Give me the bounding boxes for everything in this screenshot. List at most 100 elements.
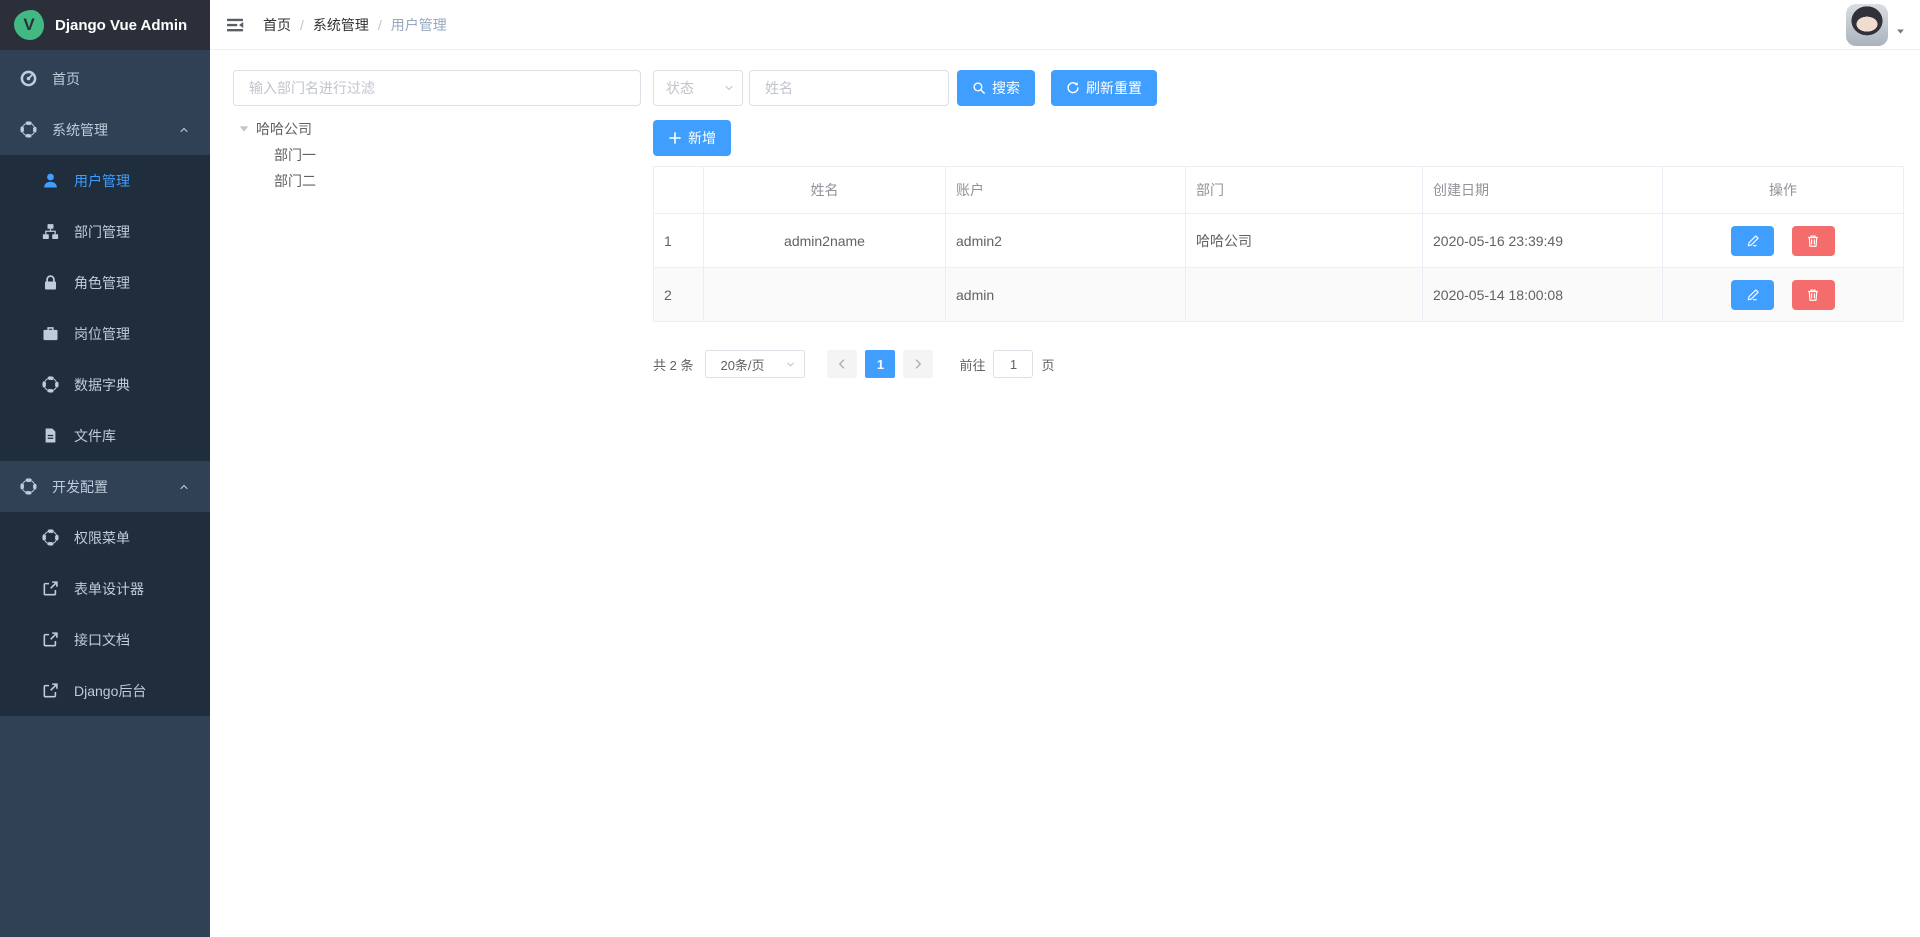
status-select-input[interactable] — [653, 70, 743, 106]
sidebar-group-system-management[interactable]: 系统管理 — [0, 104, 210, 155]
table-header-row: 姓名 账户 部门 创建日期 操作 — [654, 167, 1904, 214]
department-tree: 哈哈公司 部门一 部门二 — [233, 116, 641, 194]
pagination-total: 共 2 条 — [653, 355, 693, 374]
sidebar-item-label: 岗位管理 — [74, 324, 130, 344]
sidebar-item-permission-menu[interactable]: 权限菜单 — [0, 512, 210, 563]
top-header: 首页 / 系统管理 / 用户管理 — [210, 0, 1920, 50]
edit-button[interactable] — [1731, 280, 1774, 310]
component-icon — [42, 376, 59, 393]
sidebar-group-label: 系统管理 — [52, 120, 108, 140]
page-content: 哈哈公司 部门一 部门二 — [210, 50, 1920, 937]
prev-page-button[interactable] — [827, 350, 857, 378]
component-icon — [20, 478, 37, 495]
goto-page-input[interactable] — [993, 350, 1033, 378]
caret-down-icon — [1895, 26, 1906, 37]
status-select[interactable] — [653, 70, 743, 106]
tree-node-child[interactable]: 部门二 — [233, 168, 641, 194]
goto-label: 前往 — [959, 355, 985, 374]
sidebar-item-label: 部门管理 — [74, 222, 130, 242]
cell-department — [1186, 268, 1423, 322]
sidebar-item-file-library[interactable]: 文件库 — [0, 410, 210, 461]
arrow-right-icon — [912, 358, 924, 370]
breadcrumb-home[interactable]: 首页 — [263, 15, 291, 35]
document-icon — [42, 427, 59, 444]
pagination: 共 2 条 20条/页 1 前往 页 — [653, 350, 1904, 378]
cell-name — [704, 268, 946, 322]
component-icon — [42, 529, 59, 546]
add-button[interactable]: 新增 — [653, 120, 731, 156]
sidebar-item-home[interactable]: 首页 — [0, 53, 210, 104]
page-size-select[interactable]: 20条/页 — [705, 350, 805, 378]
filter-row: 搜索 刷新重置 — [653, 70, 1904, 106]
breadcrumb-separator: / — [300, 17, 304, 33]
table-toolbar: 新增 — [653, 120, 1904, 156]
table-row: 2 admin 2020-05-14 18:00:08 — [654, 268, 1904, 322]
sidebar-item-form-designer[interactable]: 表单设计器 — [0, 563, 210, 614]
app-root: V Django Vue Admin 首页 系统管理 用户管理 部门 — [0, 0, 1920, 937]
delete-button[interactable] — [1792, 280, 1835, 310]
sidebar-group-label: 开发配置 — [52, 477, 108, 497]
cell-name: admin2name — [704, 214, 946, 268]
sidebar-item-label: 文件库 — [74, 426, 116, 446]
user-table-panel: 搜索 刷新重置 新增 — [653, 70, 1904, 378]
breadcrumb-system[interactable]: 系统管理 — [313, 15, 369, 35]
col-created: 创建日期 — [1423, 167, 1663, 214]
chevron-down-icon — [785, 359, 796, 370]
sidebar-item-api-docs[interactable]: 接口文档 — [0, 614, 210, 665]
app-logo[interactable]: V Django Vue Admin — [0, 0, 210, 50]
delete-button[interactable] — [1792, 226, 1835, 256]
sidebar-group-dev-config[interactable]: 开发配置 — [0, 461, 210, 512]
search-button[interactable]: 搜索 — [957, 70, 1035, 106]
tree-node-child[interactable]: 部门一 — [233, 142, 641, 168]
app-title: Django Vue Admin — [55, 17, 187, 34]
sidebar-item-label: 用户管理 — [74, 171, 130, 191]
page-number-button[interactable]: 1 — [865, 350, 895, 378]
user-menu[interactable] — [1846, 4, 1906, 46]
dept-filter-input[interactable] — [233, 70, 641, 106]
search-icon — [972, 81, 986, 95]
sidebar-item-dept-management[interactable]: 部门管理 — [0, 206, 210, 257]
next-page-button[interactable] — [903, 350, 933, 378]
sidebar-item-label: 数据字典 — [74, 375, 130, 395]
refresh-reset-button[interactable]: 刷新重置 — [1051, 70, 1157, 106]
cell-account: admin — [946, 268, 1186, 322]
plus-icon — [668, 131, 682, 145]
department-panel: 哈哈公司 部门一 部门二 — [233, 70, 641, 194]
cell-index: 1 — [654, 214, 704, 268]
sidebar-collapse-icon[interactable] — [225, 15, 245, 35]
chevron-up-icon — [178, 481, 190, 493]
sidebar-item-role-management[interactable]: 角色管理 — [0, 257, 210, 308]
user-icon — [42, 172, 59, 189]
external-link-icon — [42, 580, 59, 597]
dashboard-icon — [20, 70, 37, 87]
sidebar-item-label: 角色管理 — [74, 273, 130, 293]
user-table: 姓名 账户 部门 创建日期 操作 1 admin2name admin2 哈哈公 — [653, 166, 1904, 322]
submenu-dev-config: 权限菜单 表单设计器 接口文档 Django后台 — [0, 512, 210, 716]
tree-node-label: 哈哈公司 — [256, 119, 312, 139]
sidebar-item-data-dict[interactable]: 数据字典 — [0, 359, 210, 410]
name-filter-input[interactable] — [749, 70, 949, 106]
caret-down-icon[interactable] — [237, 122, 251, 136]
sidebar-item-label: 首页 — [52, 69, 80, 89]
briefcase-icon — [42, 325, 59, 342]
sidebar-item-django-admin[interactable]: Django后台 — [0, 665, 210, 716]
breadcrumb-current: 用户管理 — [391, 15, 447, 35]
submenu-system-management: 用户管理 部门管理 角色管理 岗位管理 数据字典 — [0, 155, 210, 461]
sidebar-item-post-management[interactable]: 岗位管理 — [0, 308, 210, 359]
cell-account: admin2 — [946, 214, 1186, 268]
tree-node-label: 部门二 — [274, 171, 316, 191]
tree-node-label: 部门一 — [274, 145, 316, 165]
breadcrumb-separator: / — [378, 17, 382, 33]
edit-button[interactable] — [1731, 226, 1774, 256]
col-account: 账户 — [946, 167, 1186, 214]
sidebar: V Django Vue Admin 首页 系统管理 用户管理 部门 — [0, 0, 210, 937]
page-unit-label: 页 — [1041, 355, 1054, 374]
sidebar-item-user-management[interactable]: 用户管理 — [0, 155, 210, 206]
col-name: 姓名 — [704, 167, 946, 214]
sidebar-item-label: 权限菜单 — [74, 528, 130, 548]
col-department: 部门 — [1186, 167, 1423, 214]
lock-icon — [42, 274, 59, 291]
tree-node-root[interactable]: 哈哈公司 — [233, 116, 641, 142]
cell-actions — [1663, 268, 1904, 322]
sidebar-menu: 首页 系统管理 用户管理 部门管理 角色管理 — [0, 50, 210, 716]
